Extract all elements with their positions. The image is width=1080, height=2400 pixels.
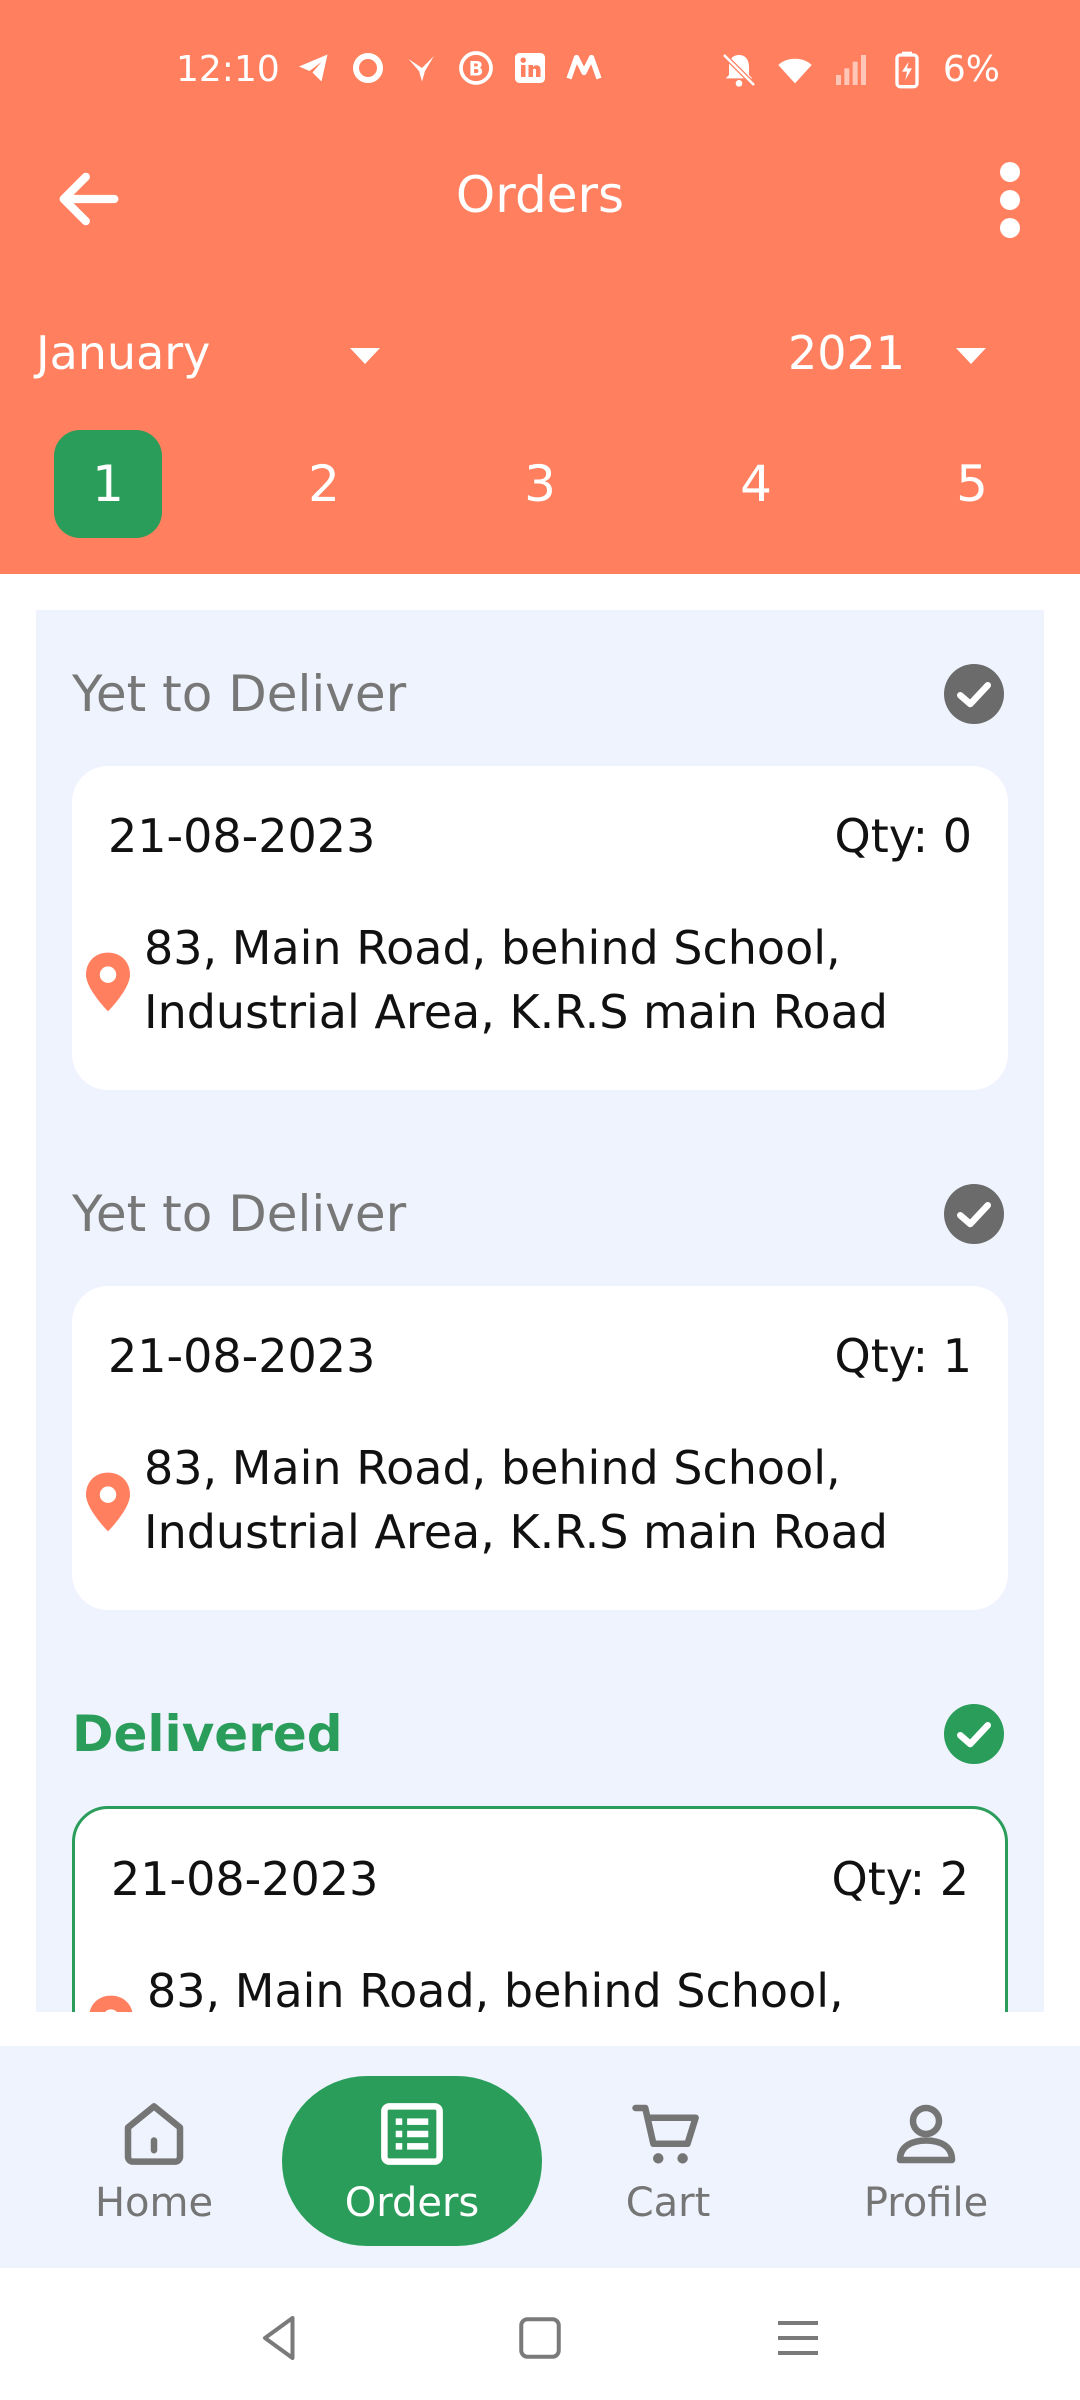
top-app-bar: Orders <box>0 140 1080 250</box>
more-vertical-icon <box>1000 162 1020 238</box>
status-app-icons: B <box>296 50 602 86</box>
year-dropdown[interactable]: 2021 <box>788 318 1008 388</box>
b-icon: B <box>458 50 494 86</box>
nav-profile[interactable]: Profile <box>796 2076 1056 2246</box>
orders-list[interactable]: Yet to Deliver 21-08-2023 Qty: 0 83, Mai… <box>36 610 1044 2012</box>
order-group: Delivered 21-08-2023 Qty: 2 83, Main Roa… <box>36 1694 1044 2012</box>
bird-icon <box>404 50 440 86</box>
month-dropdown[interactable]: January <box>36 318 396 388</box>
header: 12:10 B 6% Orders January 2021 1 2 3 4 5 <box>0 0 1080 574</box>
order-qty: Qty: 1 <box>834 1329 972 1383</box>
order-card[interactable]: 21-08-2023 Qty: 2 83, Main Road, behind … <box>72 1806 1008 2012</box>
order-date: 21-08-2023 <box>111 1852 379 1906</box>
order-address: 83, Main Road, behind School, Industrial… <box>147 1964 844 2012</box>
week-selector: 1 2 3 4 5 <box>0 430 1080 540</box>
week-tab-3[interactable]: 3 <box>486 430 594 538</box>
system-back-icon[interactable] <box>250 2308 310 2368</box>
order-card[interactable]: 21-08-2023 Qty: 1 83, Main Road, behind … <box>72 1286 1008 1610</box>
check-circle-icon <box>944 1704 1004 1764</box>
nav-label: Cart <box>625 2180 711 2226</box>
more-options-button[interactable] <box>980 152 1040 248</box>
week-tab-2[interactable]: 2 <box>270 430 378 538</box>
system-navigation-bar <box>0 2268 1080 2400</box>
order-qty: Qty: 2 <box>831 1852 969 1906</box>
battery-percent: 6% <box>942 49 1000 90</box>
week-tab-1[interactable]: 1 <box>54 430 162 538</box>
year-value: 2021 <box>788 326 906 380</box>
status-time: 12:10 <box>176 49 280 90</box>
order-status-label: Yet to Deliver <box>72 665 407 723</box>
linkedin-icon <box>512 50 548 86</box>
nav-home[interactable]: Home <box>24 2076 284 2246</box>
location-pin-icon <box>89 1995 133 2012</box>
chevron-down-icon <box>350 348 380 364</box>
order-group: Yet to Deliver 21-08-2023 Qty: 1 83, Mai… <box>36 1174 1044 1624</box>
chevron-down-icon <box>956 348 986 364</box>
nav-label: Orders <box>344 2180 480 2226</box>
check-circle-icon <box>944 664 1004 724</box>
order-qty: Qty: 0 <box>834 809 972 863</box>
order-status-label: Delivered <box>72 1705 343 1763</box>
location-pin-icon <box>86 1472 130 1532</box>
orders-icon <box>381 2103 443 2165</box>
nav-cart[interactable]: Cart <box>538 2076 798 2246</box>
order-date: 21-08-2023 <box>108 809 376 863</box>
nav-orders[interactable]: Orders <box>282 2076 542 2246</box>
week-tab-4[interactable]: 4 <box>702 430 810 538</box>
nav-label: Home <box>94 2180 214 2226</box>
svg-text:B: B <box>469 58 484 81</box>
battery-icon <box>887 50 927 90</box>
month-value: January <box>36 326 211 380</box>
telegram-icon <box>296 50 332 86</box>
system-home-icon[interactable] <box>510 2308 570 2368</box>
status-bar: 12:10 B 6% <box>0 0 1080 140</box>
signal-icon <box>831 50 871 90</box>
bottom-navigation: Home Orders Cart Profile <box>0 2046 1080 2268</box>
mute-icon <box>719 50 759 90</box>
order-card[interactable]: 21-08-2023 Qty: 0 83, Main Road, behind … <box>72 766 1008 1090</box>
c-icon <box>350 50 386 86</box>
order-date: 21-08-2023 <box>108 1329 376 1383</box>
m-icon <box>566 50 602 86</box>
system-recents-icon[interactable] <box>768 2308 828 2368</box>
week-tab-5[interactable]: 5 <box>918 430 1026 538</box>
order-address: 83, Main Road, behind School, Industrial… <box>144 1441 888 1559</box>
profile-icon <box>896 2104 956 2164</box>
home-icon <box>124 2103 184 2165</box>
order-group: Yet to Deliver 21-08-2023 Qty: 0 83, Mai… <box>36 654 1044 1104</box>
page-title: Orders <box>455 166 625 224</box>
wifi-icon <box>775 50 815 90</box>
location-pin-icon <box>86 952 130 1012</box>
nav-label: Profile <box>863 2180 989 2226</box>
cart-icon <box>632 2104 699 2164</box>
order-status-label: Yet to Deliver <box>72 1185 407 1243</box>
status-right-icons: 6% <box>719 48 1000 92</box>
check-circle-icon <box>944 1184 1004 1244</box>
order-address: 83, Main Road, behind School, Industrial… <box>144 921 888 1039</box>
